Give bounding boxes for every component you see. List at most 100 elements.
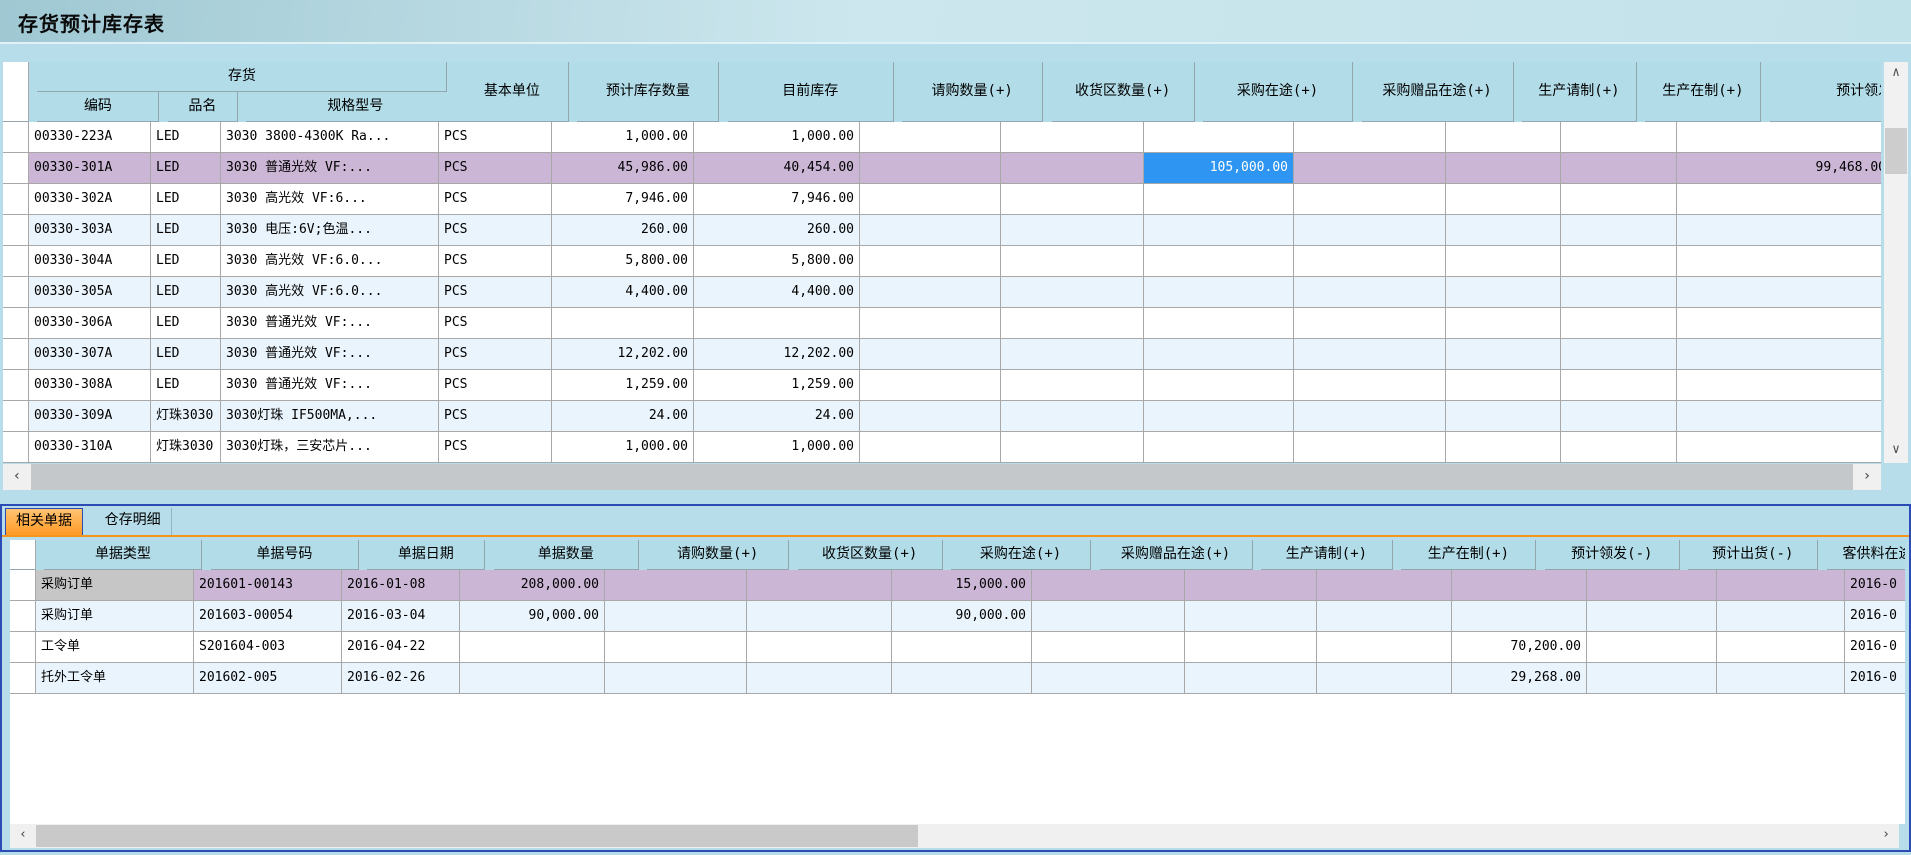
- col-header-prod-wip[interactable]: 生产在制(+): [1401, 540, 1536, 570]
- cell-purchase-transit[interactable]: [1144, 339, 1294, 370]
- cell-forecast-issue[interactable]: [1677, 215, 1881, 246]
- cell-spec[interactable]: 3030 高光效 VF:6...: [221, 184, 439, 215]
- inventory-row[interactable]: 00330-304ALED3030 高光效 VF:6.0...PCS5,800.…: [3, 246, 1881, 277]
- v-scrollbar-thumb[interactable]: [1885, 128, 1907, 174]
- cell-req-qty[interactable]: [860, 432, 1001, 463]
- cell-product-name[interactable]: LED: [151, 215, 221, 246]
- cell-forecast-issue[interactable]: [1677, 308, 1881, 339]
- cell-current-stock[interactable]: 1,000.00: [694, 122, 860, 153]
- cell-forecast-qty[interactable]: 5,800.00: [552, 246, 694, 277]
- cell-spec[interactable]: 3030 高光效 VF:6.0...: [221, 277, 439, 308]
- inventory-row[interactable]: 00330-303ALED3030 电压:6V;色温...PCS260.0026…: [3, 215, 1881, 246]
- cell-forecast-ship[interactable]: [1587, 632, 1717, 663]
- cell-purchase-transit[interactable]: [1144, 215, 1294, 246]
- cell-forecast-qty[interactable]: 12,202.00: [552, 339, 694, 370]
- cell-current-stock[interactable]: [694, 308, 860, 339]
- cell-forecast-date[interactable]: 2016-0: [1845, 570, 1905, 601]
- cell-spec[interactable]: 3030 普通光效 VF:...: [221, 308, 439, 339]
- cell-req-qty[interactable]: [860, 370, 1001, 401]
- row-indicator[interactable]: [10, 601, 36, 632]
- cell-current-stock[interactable]: 12,202.00: [694, 339, 860, 370]
- col-header-forecast-ship[interactable]: 预计出货(-): [1688, 540, 1818, 570]
- cell-forecast-issue[interactable]: [1677, 432, 1881, 463]
- col-header-doc-type[interactable]: 单据类型: [44, 540, 202, 570]
- row-indicator[interactable]: [3, 246, 29, 277]
- cell-current-stock[interactable]: 5,800.00: [694, 246, 860, 277]
- cell-gift-transit[interactable]: [1294, 184, 1446, 215]
- v-scrollbar[interactable]: ∧ ∨: [1884, 62, 1908, 463]
- cell-spec[interactable]: 3030 普通光效 VF:...: [221, 153, 439, 184]
- cell-gift-transit[interactable]: [1032, 663, 1185, 694]
- col-header-doc-qty[interactable]: 单据数量: [494, 540, 639, 570]
- scroll-right-icon[interactable]: ›: [1853, 464, 1881, 490]
- cell-doc-date[interactable]: 2016-01-08: [342, 570, 460, 601]
- cell-spec[interactable]: 3030灯珠，三安芯片...: [221, 432, 439, 463]
- cell-purchase-transit[interactable]: 105,000.00: [1144, 153, 1294, 184]
- inventory-row[interactable]: 00330-308ALED3030 普通光效 VF:...PCS1,259.00…: [3, 370, 1881, 401]
- inventory-row[interactable]: 00330-302ALED3030 高光效 VF:6...PCS7,946.00…: [3, 184, 1881, 215]
- col-header-current-stock[interactable]: 目前库存: [728, 62, 894, 122]
- cell-code[interactable]: 00330-304A: [29, 246, 151, 277]
- row-indicator[interactable]: [3, 215, 29, 246]
- cell-purchase-transit[interactable]: [1144, 432, 1294, 463]
- h-scrollbar-thumb[interactable]: [36, 825, 918, 847]
- cell-forecast-issue[interactable]: 99,468.00: [1677, 153, 1881, 184]
- cell-purchase-transit[interactable]: [1144, 401, 1294, 432]
- cell-forecast-issue[interactable]: 70,200.00: [1452, 632, 1587, 663]
- col-header-prod-request[interactable]: 生产请制(+): [1261, 540, 1393, 570]
- cell-code[interactable]: 00330-303A: [29, 215, 151, 246]
- row-indicator[interactable]: [3, 184, 29, 215]
- col-header-spec[interactable]: 规格型号: [246, 92, 464, 122]
- cell-current-stock[interactable]: 4,400.00: [694, 277, 860, 308]
- cell-product-name[interactable]: LED: [151, 246, 221, 277]
- cell-doc-type[interactable]: 采购订单: [36, 601, 194, 632]
- cell-purchase-transit[interactable]: 15,000.00: [892, 570, 1032, 601]
- cell-purchase-transit[interactable]: [1144, 122, 1294, 153]
- cell-forecast-ship[interactable]: [1587, 570, 1717, 601]
- cell-unit[interactable]: PCS: [439, 308, 552, 339]
- cell-gift-transit[interactable]: [1294, 401, 1446, 432]
- cell-customer-material-transit[interactable]: [1717, 601, 1845, 632]
- cell-forecast-ship[interactable]: [1587, 601, 1717, 632]
- cell-receiving-qty[interactable]: [747, 601, 892, 632]
- cell-doc-qty[interactable]: 90,000.00: [460, 601, 605, 632]
- cell-forecast-qty[interactable]: 24.00: [552, 401, 694, 432]
- cell-customer-material-transit[interactable]: [1717, 663, 1845, 694]
- row-indicator[interactable]: [3, 432, 29, 463]
- cell-req-qty[interactable]: [605, 663, 747, 694]
- cell-req-qty[interactable]: [605, 601, 747, 632]
- cell-customer-material-transit[interactable]: [1717, 632, 1845, 663]
- col-header-req-qty[interactable]: 请购数量(+): [902, 62, 1043, 122]
- scroll-right-icon[interactable]: ›: [1873, 824, 1899, 848]
- cell-gift-transit[interactable]: [1032, 570, 1185, 601]
- inventory-row[interactable]: 00330-223ALED3030 3800-4300K Ra...PCS1,0…: [3, 122, 1881, 153]
- cell-prod-request[interactable]: [1446, 339, 1561, 370]
- cell-spec[interactable]: 3030灯珠 IF500MA,...: [221, 401, 439, 432]
- cell-unit[interactable]: PCS: [439, 153, 552, 184]
- cell-product-name[interactable]: LED: [151, 308, 221, 339]
- scroll-up-icon[interactable]: ∧: [1884, 62, 1908, 86]
- inventory-row[interactable]: 00330-306ALED3030 普通光效 VF:...PCS: [3, 308, 1881, 339]
- row-indicator[interactable]: [3, 122, 29, 153]
- col-header-product-name[interactable]: 品名: [168, 92, 238, 122]
- cell-forecast-qty[interactable]: [552, 308, 694, 339]
- row-indicator[interactable]: [3, 401, 29, 432]
- cell-gift-transit[interactable]: [1294, 432, 1446, 463]
- cell-doc-number[interactable]: S201604-003: [194, 632, 342, 663]
- cell-prod-wip[interactable]: [1561, 432, 1677, 463]
- cell-gift-transit[interactable]: [1032, 601, 1185, 632]
- cell-doc-date[interactable]: 2016-03-04: [342, 601, 460, 632]
- cell-product-name[interactable]: LED: [151, 277, 221, 308]
- cell-gift-transit[interactable]: [1294, 277, 1446, 308]
- cell-doc-type[interactable]: 采购订单: [36, 570, 194, 601]
- cell-purchase-transit[interactable]: 90,000.00: [892, 601, 1032, 632]
- scroll-left-icon[interactable]: ‹: [10, 824, 36, 848]
- col-header-gift-transit[interactable]: 采购赠品在途(+): [1100, 540, 1253, 570]
- cell-code[interactable]: 00330-310A: [29, 432, 151, 463]
- scroll-left-icon[interactable]: ‹: [3, 464, 31, 490]
- col-header-prod-wip[interactable]: 生产在制(+): [1645, 62, 1761, 122]
- cell-code[interactable]: 00330-223A: [29, 122, 151, 153]
- cell-gift-transit[interactable]: [1032, 632, 1185, 663]
- cell-forecast-qty[interactable]: 1,259.00: [552, 370, 694, 401]
- h-scrollbar-bottom[interactable]: ‹ ›: [10, 824, 1899, 848]
